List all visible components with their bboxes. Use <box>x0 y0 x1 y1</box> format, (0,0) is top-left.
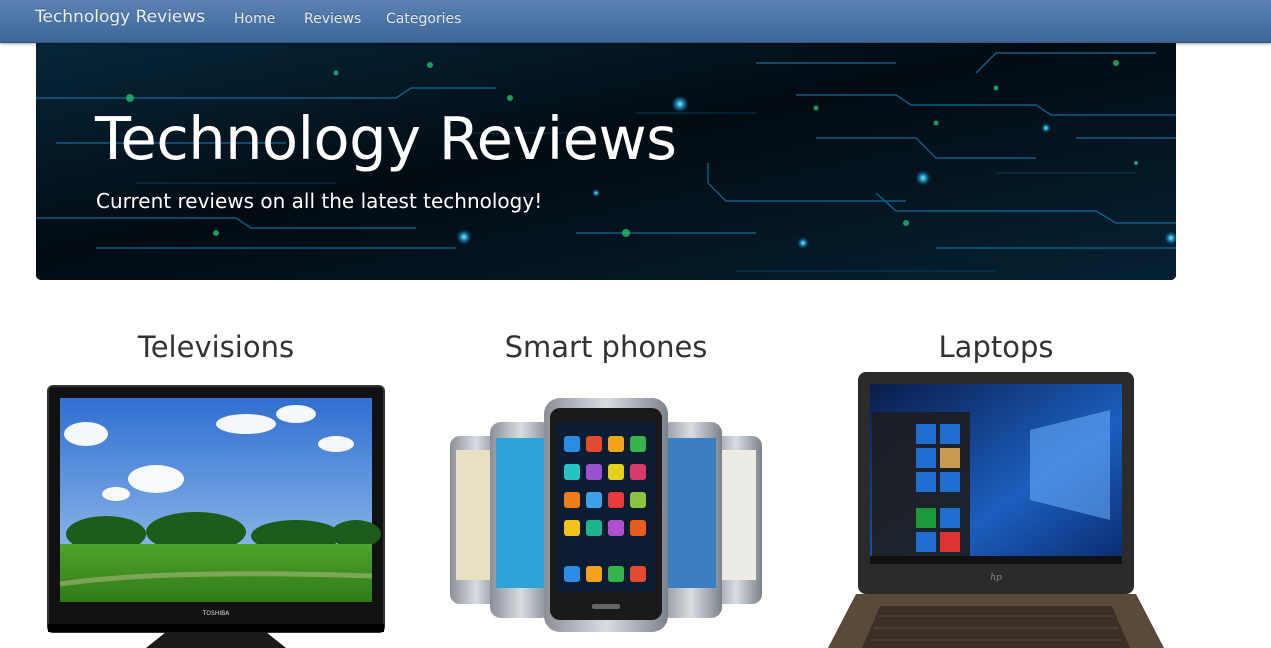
hero-title: Technology Reviews <box>95 104 677 173</box>
hero-subtitle: Current reviews on all the latest techno… <box>96 189 543 213</box>
nav-link-reviews[interactable]: Reviews <box>304 11 361 27</box>
hero-banner: Technology Reviews Current reviews on al… <box>36 43 1176 280</box>
top-navbar: Technology Reviews Home Reviews Categori… <box>0 0 1271 43</box>
nav-link-categories[interactable]: Categories <box>386 11 461 27</box>
television-image[interactable]: TOSHIBA <box>46 384 386 648</box>
nav-link-home[interactable]: Home <box>234 11 275 27</box>
navbar-brand[interactable]: Technology Reviews <box>35 7 205 27</box>
tv-brand-label: TOSHIBA <box>202 610 231 617</box>
laptop-image[interactable]: hp <box>820 370 1170 648</box>
smartphones-image[interactable] <box>446 396 766 648</box>
category-heading-smartphones: Smart phones <box>504 330 708 364</box>
laptop-logo: hp <box>990 573 1002 583</box>
category-heading-laptops: Laptops <box>938 330 1054 364</box>
category-heading-televisions: Televisions <box>137 330 295 364</box>
